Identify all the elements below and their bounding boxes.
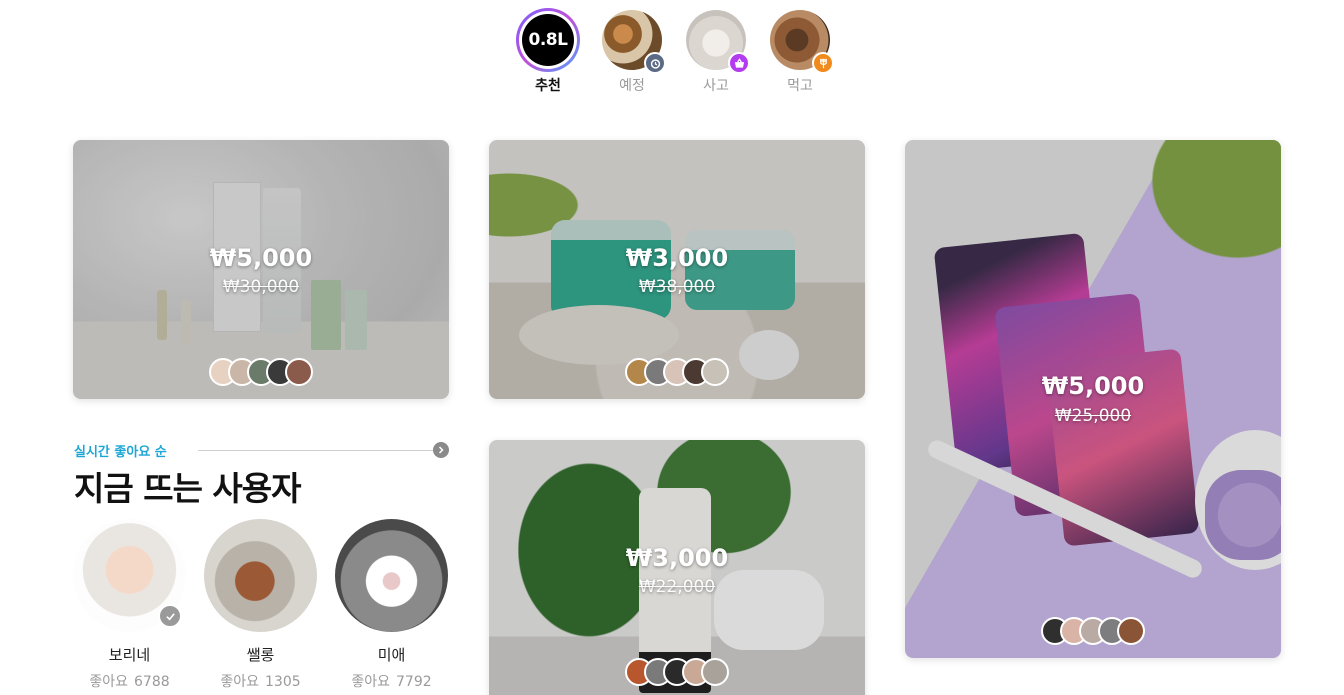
story-label: 먹고	[787, 78, 813, 94]
user-name: 쌜롱	[246, 646, 275, 664]
verified-icon	[158, 604, 182, 628]
liker-avatars	[489, 658, 865, 686]
story-label: 추천	[535, 78, 561, 94]
trending-title: 지금 뜨는 사용자	[74, 469, 301, 508]
avatar	[73, 519, 186, 632]
chevron-right-icon[interactable]	[433, 442, 449, 458]
avatar	[285, 358, 313, 386]
sale-price: ₩5,000	[209, 244, 313, 272]
user-likes: 좋아요 7792	[351, 674, 432, 690]
original-price: ₩38,000	[638, 277, 716, 297]
story-label: 예정	[619, 78, 645, 94]
avatar	[1117, 617, 1145, 645]
story-ring: 0.8L	[516, 8, 580, 72]
story-buy[interactable]: 사고	[684, 8, 750, 94]
sale-price: ₩3,000	[625, 244, 729, 272]
liker-avatars	[905, 617, 1281, 645]
sale-price: ₩3,000	[625, 544, 729, 572]
avatar	[701, 658, 729, 686]
product-card[interactable]: ₩3,000 ₩38,000	[489, 140, 865, 399]
product-card[interactable]: ₩5,000 ₩30,000	[73, 140, 449, 399]
user-name: 보리네	[108, 646, 151, 664]
product-card[interactable]: ₩5,000 ₩25,000	[905, 140, 1281, 658]
user-name: 미애	[377, 646, 406, 664]
story-eat[interactable]: 먹고	[768, 8, 834, 94]
fork-icon	[812, 52, 834, 74]
divider	[198, 450, 434, 451]
story-recommend[interactable]: 0.8L 추천	[516, 8, 580, 94]
liker-avatars	[489, 358, 865, 386]
user-likes: 좋아요 1305	[220, 674, 301, 690]
user-card[interactable]: 쌜롱 좋아요 1305	[204, 519, 317, 691]
brand-logo: 0.8L	[522, 14, 574, 66]
avatar	[335, 519, 448, 632]
sale-price: ₩5,000	[1041, 372, 1145, 400]
user-card[interactable]: 보리네 좋아요 6788	[73, 519, 186, 691]
original-price: ₩25,000	[1054, 406, 1132, 426]
user-likes: 좋아요 6788	[89, 674, 170, 690]
product-card[interactable]: ₩3,000 ₩22,000	[489, 440, 865, 695]
trending-user-list: 보리네 좋아요 6788 쌜롱 좋아요 1305 미애 좋아요 7792	[73, 519, 448, 691]
story-label: 사고	[703, 78, 729, 94]
avatar	[204, 519, 317, 632]
trending-header: 실시간 좋아요 순	[74, 441, 450, 460]
original-price: ₩30,000	[222, 277, 300, 297]
story-upcoming[interactable]: 예정	[600, 8, 666, 94]
story-bar: 0.8L 추천 예정 사고 먹고	[516, 8, 834, 94]
shopping-basket-icon	[728, 52, 750, 74]
original-price: ₩22,000	[638, 577, 716, 597]
liker-avatars	[73, 358, 449, 386]
user-card[interactable]: 미애 좋아요 7792	[335, 519, 448, 691]
alarm-clock-icon	[644, 52, 666, 74]
avatar	[701, 358, 729, 386]
